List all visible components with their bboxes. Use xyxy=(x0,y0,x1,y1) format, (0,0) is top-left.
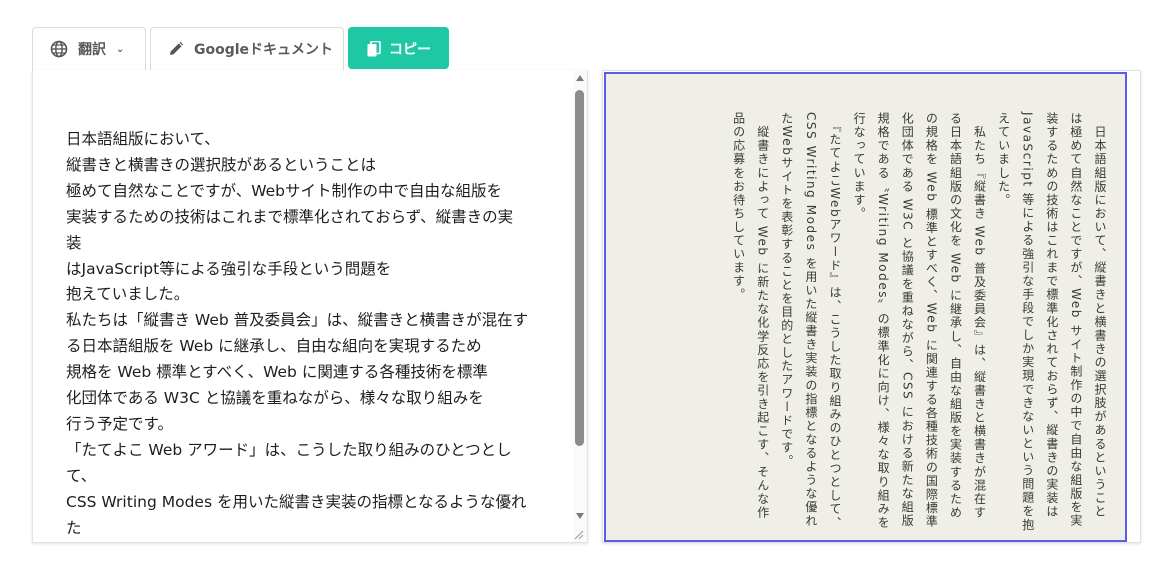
preview-paragraph: 日本語組版において、縦書きと横書きの選択肢があるということは極めて自然なことです… xyxy=(996,112,1107,532)
editor-line: 装 xyxy=(66,233,82,252)
chevron-down-icon: ⌄ xyxy=(116,43,125,55)
preview-paragraph: 縦書きによって Web に新たな化学反応を引き起こす、そんな作品の応募をお待ちし… xyxy=(731,112,770,520)
google-docs-button[interactable]: Googleドキュメント xyxy=(150,27,344,70)
translate-label: 翻訳 xyxy=(78,42,106,58)
editor-line: る日本語組版を Web に継承し、自由な組向を実現するため xyxy=(66,337,482,356)
editor-line: 行う予定です。 xyxy=(66,414,173,433)
copy-icon xyxy=(367,40,381,56)
pencil-icon xyxy=(170,41,184,55)
editor-line: 実装するための技術はこれまで標準化されておらず、縦書きの実 xyxy=(66,207,514,226)
globe-icon xyxy=(50,40,68,58)
scrollbar-thumb[interactable] xyxy=(575,90,584,446)
editor-line: 化団体である W3C と協議を重ねながら、様々な取り組みを xyxy=(66,389,484,408)
preview-paragraph: 私たち『縦書き Web 普及委員会』は、縦書きと横書きが混在する日本語組版の文化… xyxy=(852,112,987,530)
editor-line: はJavaScript等による強引な手段という問題を xyxy=(66,259,392,278)
editor-line: 規格を Web 標準とすべく、Web に関連する各種技術を標準 xyxy=(66,363,488,382)
editor-line: CSS Writing Modes を用いた縦書き実装の指標となるような優れ xyxy=(66,492,527,511)
scroll-down-arrow-icon[interactable] xyxy=(576,513,584,519)
translate-button[interactable]: 翻訳 ⌄ xyxy=(32,27,146,70)
editor-line: 縦書きと横書きの選択肢があるということは xyxy=(66,155,377,174)
text-editor[interactable]: 日本語組版において、縦書きと横書きの選択肢があるということは極めて自然なことです… xyxy=(32,70,588,543)
editor-line: 抱えていました。 xyxy=(66,285,190,304)
editor-line: 日本語組版において、 xyxy=(66,130,220,148)
editor-line: た xyxy=(66,518,82,537)
preview-panel: 日本語組版において、縦書きと横書きの選択肢があるということは極めて自然なことです… xyxy=(602,70,1141,543)
editor-scrollbar[interactable] xyxy=(573,70,587,542)
editor-line: て、 xyxy=(66,466,97,485)
toolbar: 翻訳 ⌄ Googleドキュメント コピー xyxy=(32,27,449,70)
editor-line: 「たてよこ Web アワード」は、こうした取り組みのひとつとし xyxy=(66,440,512,459)
editor-textarea[interactable]: 日本語組版において、縦書きと横書きの選択肢があるということは極めて自然なことです… xyxy=(66,127,546,542)
editor-line: 私たちは「縦書き Web 普及委員会」は、縦書きと横書きが混在す xyxy=(66,311,529,330)
copy-label: コピー xyxy=(389,41,431,58)
vertical-preview: 日本語組版において、縦書きと横書きの選択肢があるということは極めて自然なことです… xyxy=(604,72,1127,542)
scroll-up-arrow-icon[interactable] xyxy=(576,75,584,81)
preview-paragraph: 『たてよこWebアワード』は、こうした取り組みのひとつとして、CSS Writi… xyxy=(779,112,842,530)
copy-button[interactable]: コピー xyxy=(348,27,449,69)
resize-grip-icon[interactable] xyxy=(574,530,584,540)
google-docs-label: Googleドキュメント xyxy=(194,42,334,58)
vertical-text: 日本語組版において、縦書きと横書きの選択肢があるということは極めて自然なことです… xyxy=(727,112,1113,532)
editor-line: 極めて自然なことですが、Webサイト制作の中で自由な組版を xyxy=(66,181,503,200)
